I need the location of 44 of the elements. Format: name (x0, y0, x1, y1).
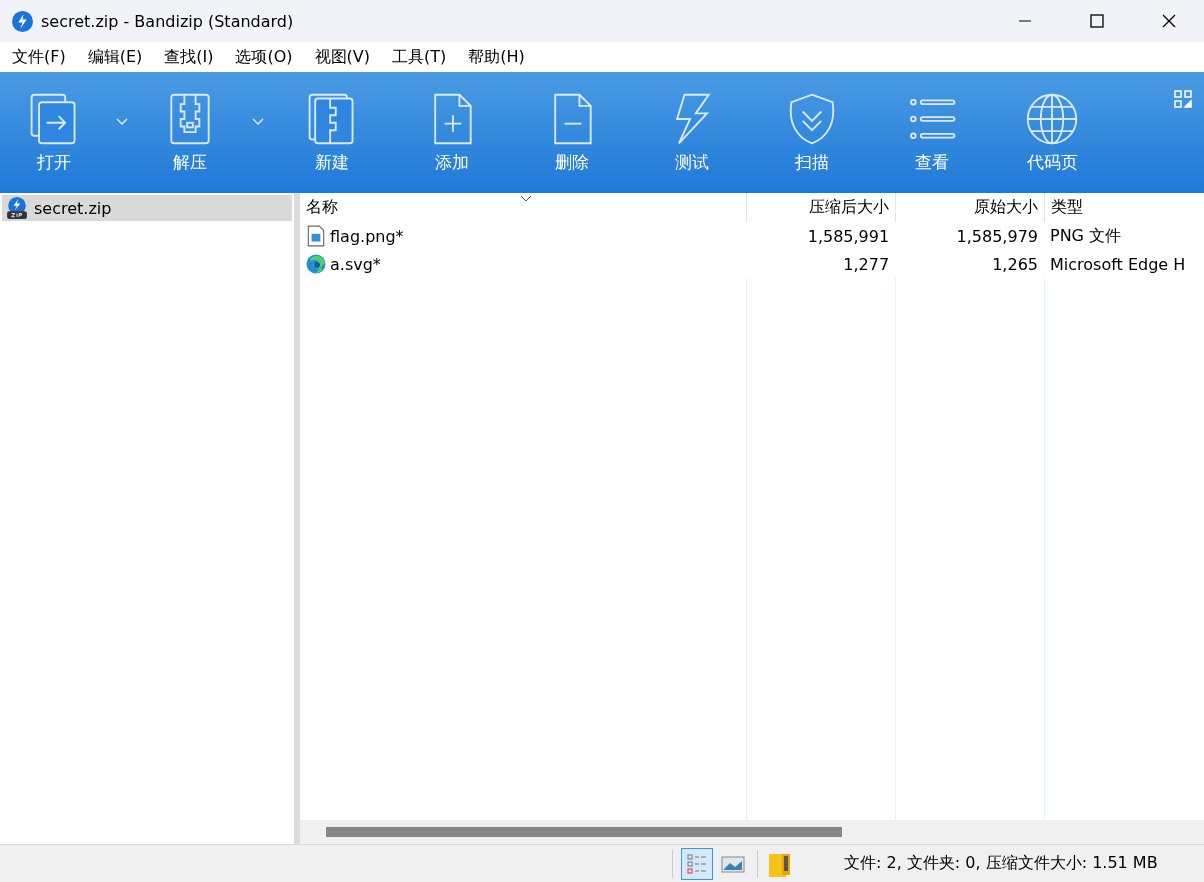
column-header[interactable]: 名称 (300, 193, 747, 222)
window-title: secret.zip - Bandizip (Standard) (41, 11, 294, 31)
maximize-icon[interactable] (1090, 14, 1104, 28)
toolbar-button[interactable]: 删除 (512, 72, 632, 193)
table-cell-text: PNG 文件 (1049, 224, 1123, 247)
zip-file-icon (6, 197, 28, 219)
file-name[interactable]: flag.png* (330, 226, 404, 246)
toolbar-button[interactable]: 查看 (872, 72, 992, 193)
close-icon[interactable] (1162, 14, 1176, 28)
toolbar-button[interactable]: 扫描 (752, 72, 872, 193)
caret-icon[interactable] (116, 117, 128, 126)
toolbar-button[interactable]: 添加 (392, 72, 512, 193)
details-view-icon[interactable] (682, 848, 712, 879)
menu-item[interactable]: 帮助(H) (460, 46, 533, 68)
menu-item[interactable]: 工具(T) (384, 46, 455, 68)
edge-file-icon (306, 253, 326, 275)
menu-item[interactable]: 视图(V) (306, 46, 378, 68)
sort-caret-icon (520, 195, 532, 202)
status-text: 文件: 2, 文件夹: 0, 压缩文件大小: 1.51 MB (844, 853, 1158, 874)
column-header[interactable]: 原始大小 (895, 193, 1044, 222)
toolbar-button[interactable]: 代码页 (992, 72, 1112, 193)
image-file-icon (306, 225, 326, 247)
table-cell-text: 1,585,991 (806, 225, 891, 248)
tree-item[interactable]: secret.zip (2, 195, 292, 221)
file-name[interactable]: a.svg* (330, 254, 381, 274)
toolbar-button[interactable]: 测试 (632, 72, 752, 193)
menu-item[interactable]: 文件(F) (4, 46, 74, 68)
globe-icon (1024, 91, 1080, 147)
scrollbar-thumb[interactable] (326, 827, 842, 837)
table-cell-text: 1,265 (991, 253, 1039, 276)
app-logo-icon (12, 10, 33, 32)
menu-item[interactable]: 查找(I) (156, 46, 222, 68)
menu-item[interactable]: 选项(O) (227, 46, 301, 68)
toolbar-button[interactable]: 打开 (0, 72, 108, 193)
toolbar-button[interactable]: 解压 (136, 72, 244, 193)
table-cell-text: Microsoft Edge H (1049, 253, 1187, 276)
caret-icon[interactable] (252, 117, 264, 126)
toolbar-button[interactable]: 新建 (272, 72, 392, 193)
column-header[interactable]: 压缩后大小 (746, 193, 896, 222)
menu-item[interactable]: 编辑(E) (79, 46, 151, 68)
table-cell-text: 1,277 (842, 253, 891, 276)
table-cell-text: 1,585,979 (955, 225, 1039, 248)
grid-icon[interactable] (1174, 90, 1192, 108)
column-header[interactable]: 类型 (1044, 193, 1204, 222)
